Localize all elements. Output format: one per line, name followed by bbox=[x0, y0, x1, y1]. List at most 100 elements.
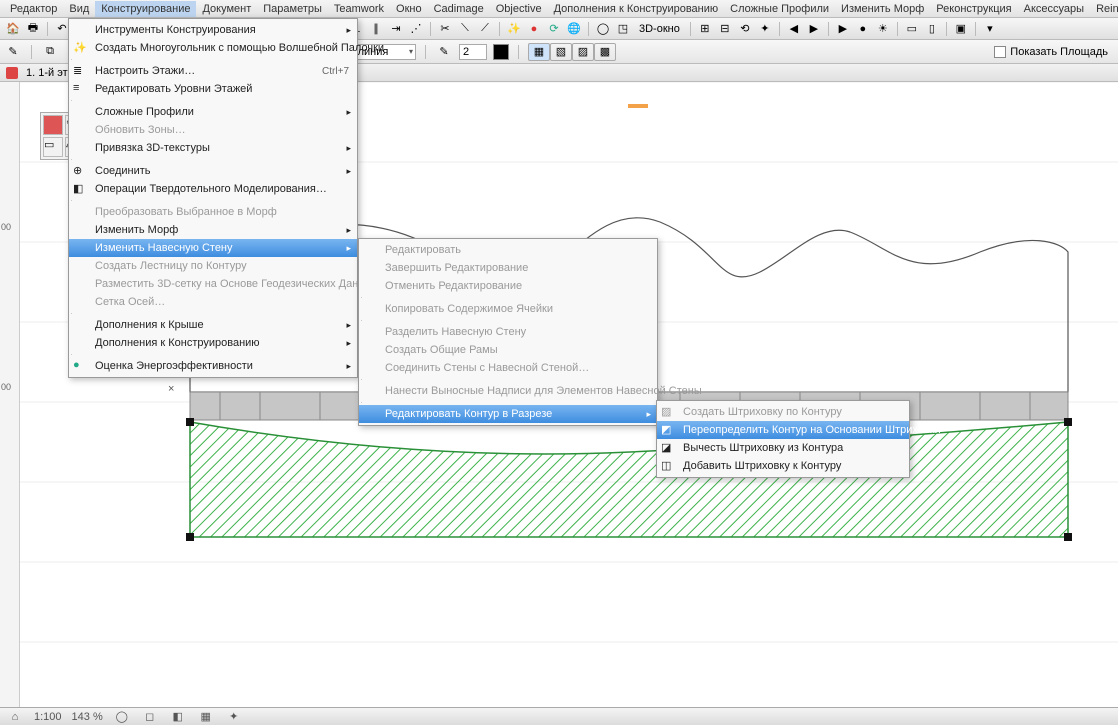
menu-modify-morph[interactable]: Изменить Морф bbox=[835, 1, 930, 17]
menu-design[interactable]: Конструирование bbox=[95, 1, 196, 17]
3d-icon[interactable]: ◳ bbox=[614, 21, 632, 37]
menu-objective[interactable]: Objective bbox=[490, 1, 548, 17]
cm-2-icon[interactable]: ▧ bbox=[550, 43, 572, 61]
mi-design-extras[interactable]: Дополнения к Конструированию bbox=[69, 334, 357, 352]
mi-place-mesh: Разместить 3D-сетку на Основе Геодезичес… bbox=[69, 275, 357, 293]
menu-renovation[interactable]: Реконструкция bbox=[930, 1, 1017, 17]
checkbox-icon[interactable] bbox=[994, 46, 1006, 58]
sm-edit-contour-section[interactable]: Редактировать Контур в Разрезе bbox=[359, 405, 657, 423]
mi-3d-texture[interactable]: Привязка 3D-текстуры bbox=[69, 139, 357, 157]
cm-4-icon[interactable]: ▩ bbox=[594, 43, 616, 61]
sm-create-frames: Создать Общие Рамы bbox=[359, 341, 657, 359]
drop-icon[interactable]: ● bbox=[525, 21, 543, 37]
menu-reinforcement[interactable]: Reinforcement bbox=[1090, 1, 1118, 17]
sb-d-icon[interactable]: ▦ bbox=[197, 709, 215, 725]
mi-edit-story-levels[interactable]: ≡Редактировать Уровни Этажей bbox=[69, 80, 357, 98]
mi-modify-morph[interactable]: Изменить Морф bbox=[69, 221, 357, 239]
panel-b-icon[interactable]: ▯ bbox=[923, 21, 941, 37]
sun-icon[interactable]: ☀ bbox=[874, 21, 892, 37]
mi-tools[interactable]: Инструменты Конструирования bbox=[69, 21, 357, 39]
cm-redefine-contour[interactable]: ◩Переопределить Контур на Основании Штри… bbox=[657, 421, 909, 439]
home-icon[interactable]: 🏠 bbox=[4, 21, 22, 37]
menu-complex-profiles[interactable]: Сложные Профили bbox=[724, 1, 835, 17]
menu-view[interactable]: Вид bbox=[63, 1, 95, 17]
cm-subtract-hatch[interactable]: ◪Вычесть Штриховку из Контура bbox=[657, 439, 909, 457]
statusbar: ⌂ 1:100 143 % ◯ ◻ ◧ ▦ ✦ bbox=[0, 707, 1118, 725]
sb-zoom[interactable]: 143 % bbox=[72, 711, 103, 723]
3d-label[interactable]: 3D-окно bbox=[634, 21, 685, 37]
menu-options[interactable]: Параметры bbox=[257, 1, 328, 17]
arrow-l-icon[interactable]: ◀ bbox=[785, 21, 803, 37]
mi-complex-profiles[interactable]: Сложные Профили bbox=[69, 103, 357, 121]
mi-connect[interactable]: ⊕Соединить bbox=[69, 162, 357, 180]
play-icon[interactable]: ▶ bbox=[834, 21, 852, 37]
menu-document[interactable]: Документ bbox=[196, 1, 257, 17]
mi-create-stair: Создать Лестницу по Контуру bbox=[69, 257, 357, 275]
panel-a-icon[interactable]: ▭ bbox=[903, 21, 921, 37]
nav-a-icon[interactable]: ⊞ bbox=[696, 21, 714, 37]
num3-input[interactable] bbox=[459, 44, 487, 60]
show-area[interactable]: Показать Площадь bbox=[994, 46, 1108, 58]
tab-close-icon[interactable] bbox=[6, 67, 18, 79]
opt-tool-icon[interactable]: ✎ bbox=[4, 44, 22, 60]
mi-solid-ops[interactable]: ◧Операции Твердотельного Моделирования… bbox=[69, 180, 357, 198]
cut-icon[interactable]: ✂ bbox=[436, 21, 454, 37]
menu-cadimage[interactable]: Cadimage bbox=[428, 1, 490, 17]
circle-icon[interactable]: ◯ bbox=[594, 21, 612, 37]
sb-e-icon[interactable]: ✦ bbox=[225, 709, 243, 725]
svg-text:×: × bbox=[168, 383, 174, 395]
offset-icon[interactable]: ⇥ bbox=[387, 21, 405, 37]
pen-icon[interactable]: ✎ bbox=[435, 44, 453, 60]
mi-story-settings[interactable]: ≣Настроить Этажи…Ctrl+7 bbox=[69, 62, 357, 80]
trim-icon[interactable]: ⟍ bbox=[456, 21, 474, 37]
mi-magic-polygon[interactable]: ✨Создать Многоугольник с помощью Волшебн… bbox=[69, 39, 357, 57]
cm-3-icon[interactable]: ▨ bbox=[572, 43, 594, 61]
cube-icon[interactable]: ▣ bbox=[952, 21, 970, 37]
sb-a-icon[interactable]: ◯ bbox=[113, 709, 131, 725]
rec-icon[interactable]: ● bbox=[854, 21, 872, 37]
menu-design-extras[interactable]: Дополнения к Конструированию bbox=[548, 1, 725, 17]
parallel-icon[interactable]: ∥ bbox=[367, 21, 385, 37]
sb-b-icon[interactable]: ◻ bbox=[141, 709, 159, 725]
color-swatch[interactable] bbox=[493, 44, 509, 60]
sb-nav-icon[interactable]: ⌂ bbox=[6, 709, 24, 725]
sm-finish-edit: Завершить Редактирование bbox=[359, 259, 657, 277]
cm-1-icon[interactable]: ▦ bbox=[528, 43, 550, 61]
mi-energy[interactable]: ●Оценка Энергоэффективности bbox=[69, 357, 357, 375]
ruler-vertical: 00 00 bbox=[0, 82, 20, 707]
sb-c-icon[interactable]: ◧ bbox=[169, 709, 187, 725]
wand-icon[interactable]: ✨ bbox=[505, 21, 523, 37]
cm-add-hatch[interactable]: ◫Добавить Штриховку к Контуру bbox=[657, 457, 909, 475]
mi-grid-system: Сетка Осей… bbox=[69, 293, 357, 311]
sb-scale[interactable]: 1:100 bbox=[34, 711, 62, 723]
menu-accessories[interactable]: Аксессуары bbox=[1018, 1, 1090, 17]
nav-c-icon[interactable]: ⟲ bbox=[736, 21, 754, 37]
mi-roof-extras[interactable]: Дополнения к Крыше bbox=[69, 316, 357, 334]
globe-icon[interactable]: 🌐 bbox=[565, 21, 583, 37]
stories-icon: ≣ bbox=[73, 64, 87, 78]
arrow-r-icon[interactable]: ▶ bbox=[805, 21, 823, 37]
palette-3[interactable]: ▭ bbox=[43, 137, 63, 157]
extend-icon[interactable]: ⟋ bbox=[476, 21, 494, 37]
ruler-tick-1: 00 bbox=[1, 222, 11, 232]
construction-method: ▦ ▧ ▨ ▩ bbox=[528, 43, 616, 61]
opt-layer-icon[interactable]: ⧉ bbox=[41, 44, 59, 60]
levels-icon: ≡ bbox=[73, 82, 87, 96]
cm-create-hatch: ▨Создать Штриховку по Контуру bbox=[657, 403, 909, 421]
palette-1[interactable] bbox=[43, 115, 63, 135]
submenu-contour: ▨Создать Штриховку по Контуру ◩Переопред… bbox=[656, 400, 910, 478]
menu-teamwork[interactable]: Teamwork bbox=[328, 1, 390, 17]
nav-b-icon[interactable]: ⊟ bbox=[716, 21, 734, 37]
show-area-label: Показать Площадь bbox=[1010, 46, 1108, 58]
nav-d-icon[interactable]: ✦ bbox=[756, 21, 774, 37]
menu-design-dropdown: Инструменты Конструирования ✨Создать Мно… bbox=[68, 18, 358, 378]
refresh-icon[interactable]: ⟳ bbox=[545, 21, 563, 37]
submenu-curtain-wall: Редактировать Завершить Редактирование О… bbox=[358, 238, 658, 426]
print-icon[interactable]: 🖶 bbox=[24, 21, 42, 37]
menu-file[interactable]: Редактор bbox=[4, 1, 63, 17]
mi-modify-curtain-wall[interactable]: Изменить Навесную Стену bbox=[69, 239, 357, 257]
menu-window[interactable]: Окно bbox=[390, 1, 428, 17]
redefine-icon: ◩ bbox=[661, 423, 675, 437]
settings-icon[interactable]: ▾ bbox=[981, 21, 999, 37]
bisect-icon[interactable]: ⋰ bbox=[407, 21, 425, 37]
